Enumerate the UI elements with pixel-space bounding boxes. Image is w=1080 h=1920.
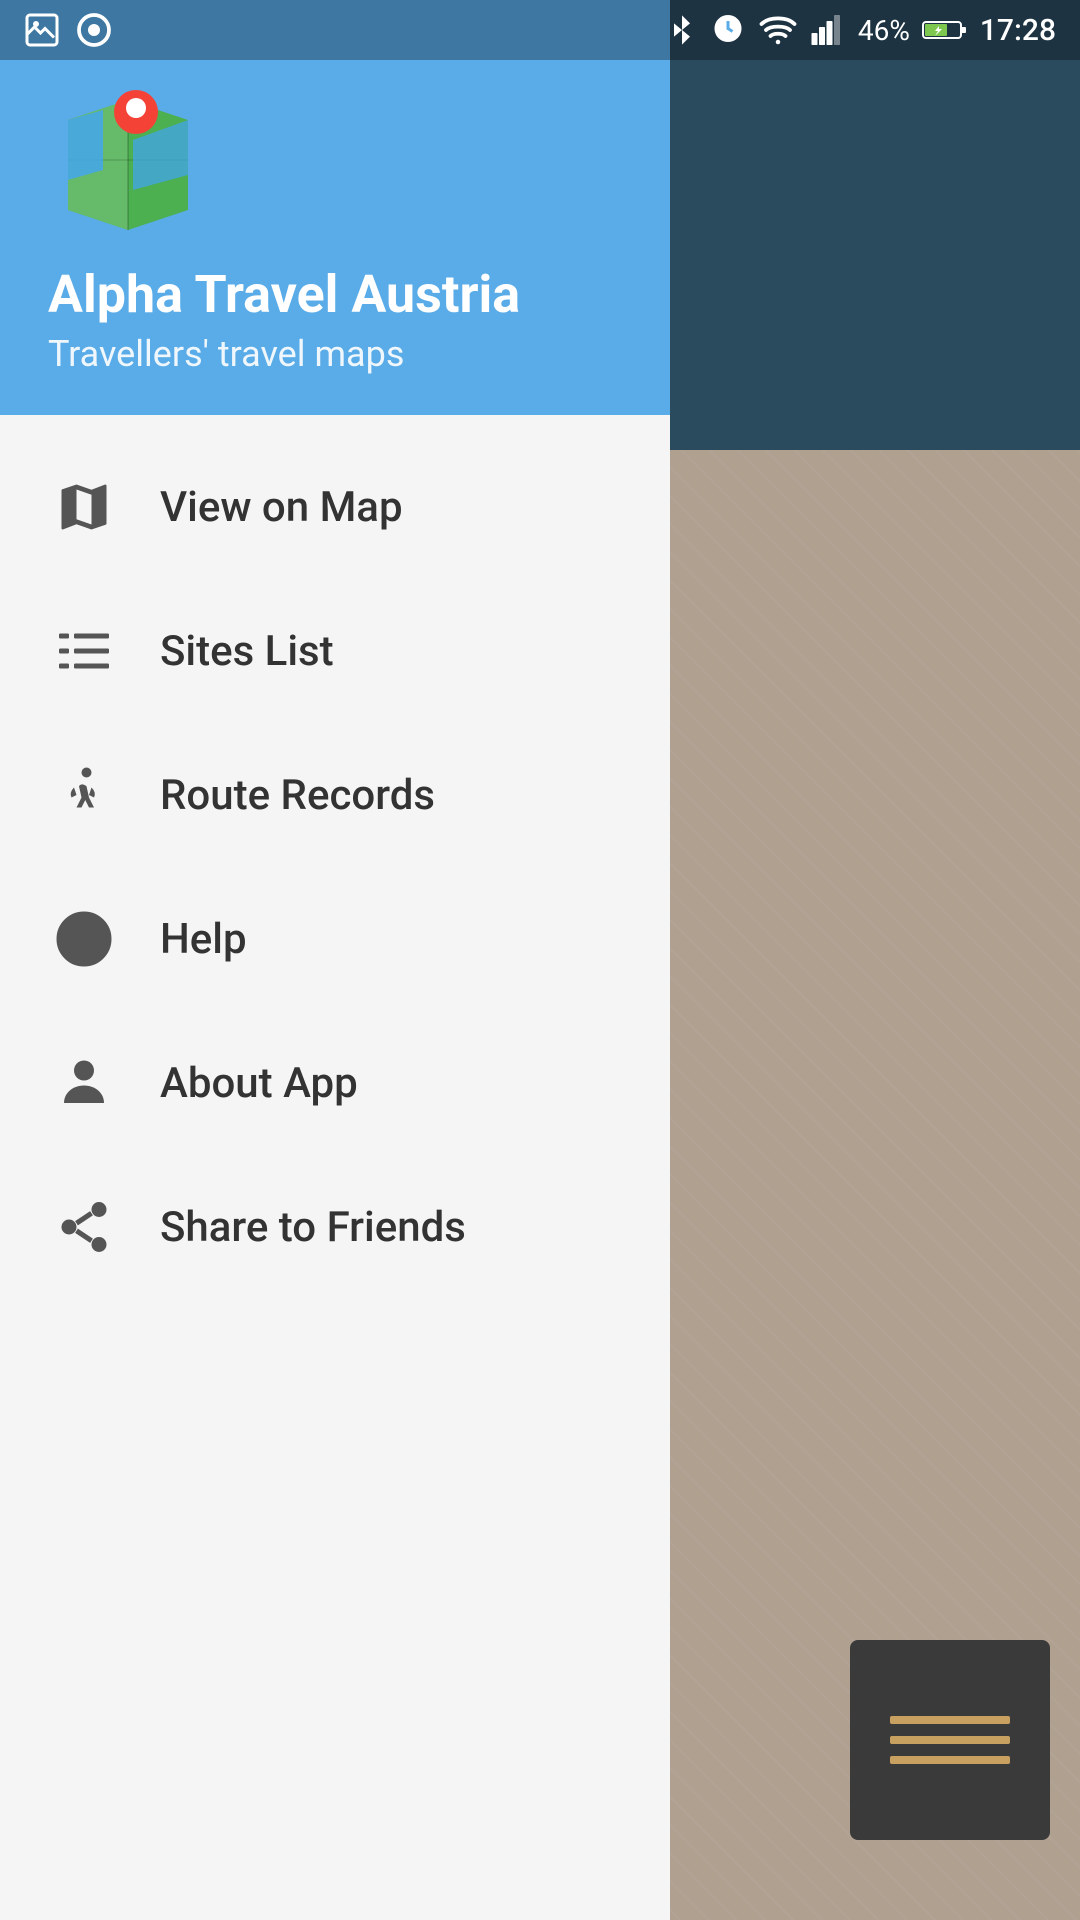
battery-icon (922, 15, 968, 45)
status-time: 17:28 (980, 13, 1056, 48)
map-icon (48, 471, 120, 543)
menu-item-share-to-friends[interactable]: Share to Friends (0, 1155, 670, 1299)
menu-item-about-app[interactable]: About App (0, 1011, 670, 1155)
menu-item-sites-list[interactable]: Sites List (0, 579, 670, 723)
menu-label-about-app: About App (160, 1059, 358, 1108)
status-right-icons: 46% 17:28 (666, 12, 1056, 48)
app-logo (48, 80, 208, 240)
status-bar: 46% 17:28 (0, 0, 1080, 60)
menu-label-route-records: Route Records (160, 771, 435, 820)
drawer-menu: View on Map Sites List (0, 415, 670, 1920)
gallery-icon (24, 12, 60, 48)
app-title: Alpha Travel Austria (48, 264, 622, 325)
walking-icon (48, 759, 120, 831)
menu-label-sites-list: Sites List (160, 627, 334, 676)
sync-icon (76, 12, 112, 48)
map-dark-area (620, 0, 1080, 450)
person-icon (48, 1047, 120, 1119)
map-widget (850, 1640, 1050, 1840)
menu-label-share-to-friends: Share to Friends (160, 1203, 466, 1252)
menu-item-help[interactable]: Help (0, 867, 670, 1011)
battery-percentage: 46% (858, 14, 910, 47)
menu-item-route-records[interactable]: Route Records (0, 723, 670, 867)
drawer-header: Alpha Travel Austria Travellers' travel … (0, 0, 670, 415)
menu-item-view-on-map[interactable]: View on Map (0, 435, 670, 579)
signal-icon (810, 12, 846, 48)
menu-label-help: Help (160, 915, 247, 964)
status-left-icons (24, 12, 112, 48)
wifi-icon (758, 12, 798, 48)
menu-label-view-on-map: View on Map (160, 483, 403, 532)
help-icon (48, 903, 120, 975)
app-subtitle: Travellers' travel maps (48, 333, 622, 375)
navigation-drawer: Alpha Travel Austria Travellers' travel … (0, 0, 670, 1920)
alarm-icon (710, 12, 746, 48)
bluetooth-icon (666, 14, 698, 46)
share-icon (48, 1191, 120, 1263)
list-icon (48, 615, 120, 687)
